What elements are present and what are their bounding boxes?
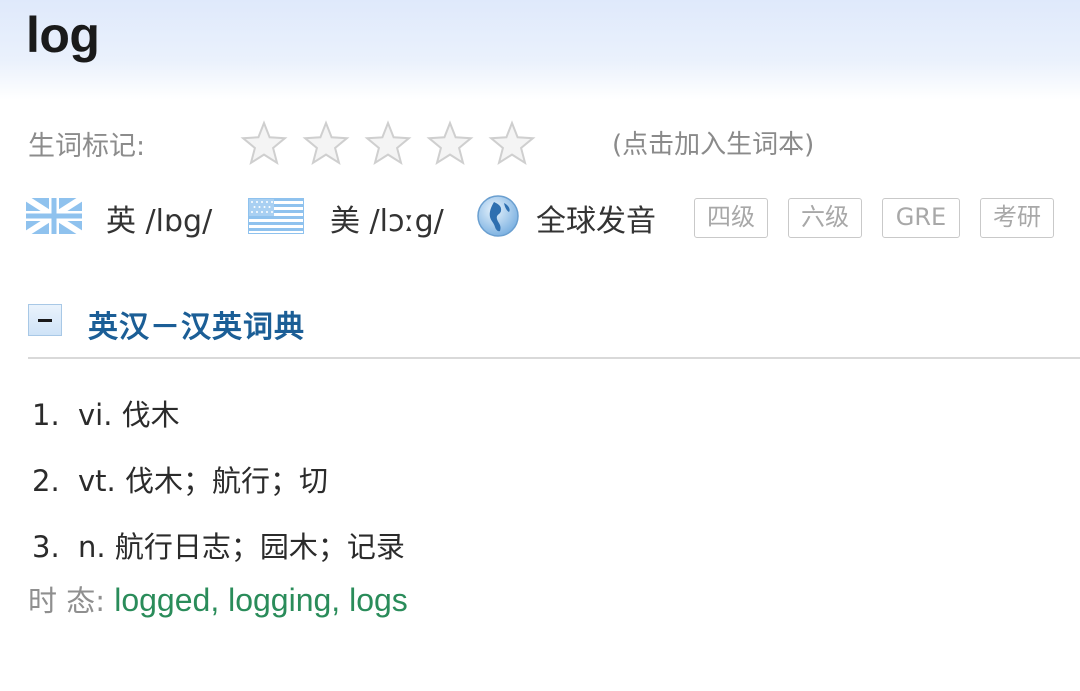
tag-gre: GRE: [882, 198, 960, 238]
globe-icon[interactable]: [476, 194, 520, 238]
definition-text: vt. 伐木；航行；切: [78, 464, 328, 498]
vocab-mark-row: 生词标记: (点击加入生词本): [28, 120, 1078, 166]
minus-icon: [38, 319, 52, 322]
dictionary-section-header: 英汉－汉英词典: [28, 302, 1080, 346]
add-to-vocab-hint[interactable]: (点击加入生词本): [612, 124, 814, 161]
definition-number: 1.: [32, 398, 60, 432]
tense-label: 时 态:: [28, 584, 115, 618]
definition-text: vi. 伐木: [78, 398, 180, 432]
tag-cet6: 六级: [788, 198, 862, 238]
tag-cet4: 四级: [694, 198, 768, 238]
definition-number: 2.: [32, 464, 60, 498]
pronunciation-row: 英 /lɒg/ 美 /lɔːg/ 全球发音 四级 六级 GRE 考研: [26, 192, 1080, 244]
uk-flag-icon[interactable]: [26, 198, 82, 234]
word-title: log: [26, 7, 100, 63]
uk-pronunciation[interactable]: 英 /lɒg/: [106, 196, 212, 240]
definition-number: 3.: [32, 530, 60, 564]
section-title: 英汉－汉英词典: [88, 310, 305, 345]
header-band: log: [0, 0, 1080, 100]
star-4-icon[interactable]: [426, 120, 474, 166]
collapse-button[interactable]: [28, 304, 62, 336]
vocab-mark-label: 生词标记:: [28, 131, 146, 162]
tense-row: 时 态: logged, logging, logs: [28, 578, 408, 620]
star-3-icon[interactable]: [364, 120, 412, 166]
definition-item: 2. vt. 伐木；航行；切: [32, 458, 328, 500]
section-divider: [28, 357, 1080, 359]
definition-text: n. 航行日志；园木；记录: [78, 530, 405, 564]
definition-item: 1. vi. 伐木: [32, 392, 180, 434]
star-2-icon[interactable]: [302, 120, 350, 166]
tense-forms-link[interactable]: logged, logging, logs: [114, 582, 408, 618]
us-pronunciation[interactable]: 美 /lɔːg/: [330, 196, 444, 240]
us-flag-icon[interactable]: [248, 198, 304, 234]
star-5-icon[interactable]: [488, 120, 536, 166]
global-pronunciation-link[interactable]: 全球发音: [536, 196, 656, 240]
tag-kaoyan: 考研: [980, 198, 1054, 238]
definition-item: 3. n. 航行日志；园木；记录: [32, 524, 405, 566]
star-1-icon[interactable]: [240, 120, 288, 166]
